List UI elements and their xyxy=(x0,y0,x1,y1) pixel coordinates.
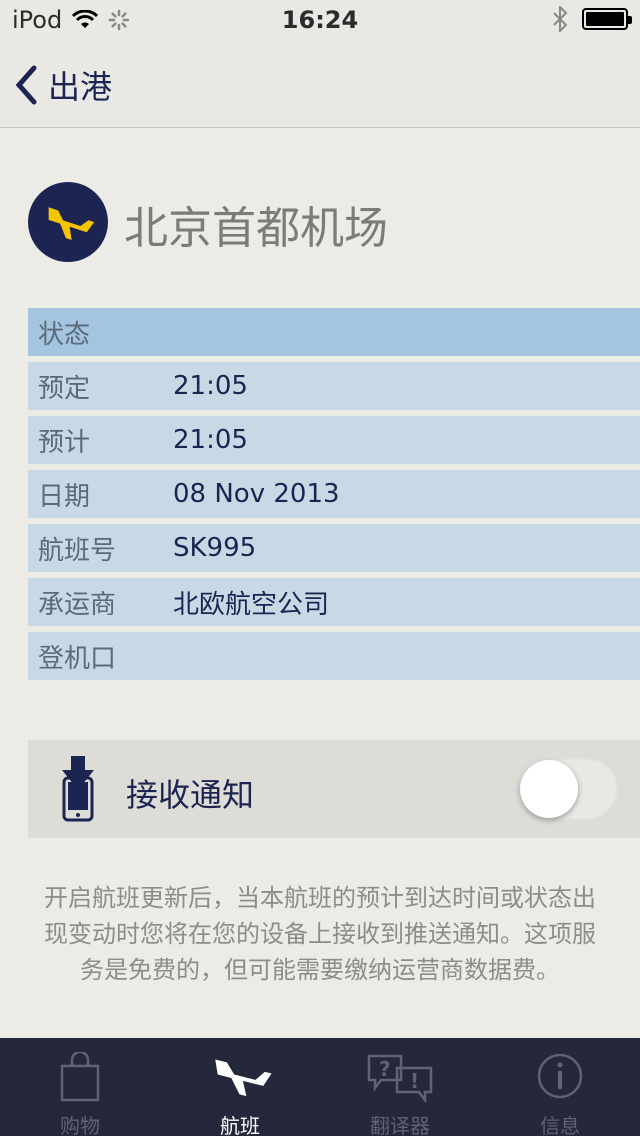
tab-shopping[interactable]: 购物 xyxy=(0,1038,160,1136)
row-value: 北欧航空公司 xyxy=(173,589,330,620)
row-label: 预定 xyxy=(38,373,91,404)
tab-label: 翻译器 xyxy=(370,1114,430,1136)
row-label: 日期 xyxy=(38,481,91,512)
airport-name: 北京首都机场 xyxy=(124,203,388,254)
airport-logo xyxy=(28,182,108,262)
table-row: 登机口 xyxy=(28,632,640,680)
row-label: 承运商 xyxy=(38,589,117,620)
table-row: 承运商 北欧航空公司 xyxy=(28,578,640,626)
tab-translator[interactable]: ? ! 翻译器 xyxy=(320,1038,480,1136)
table-row: 日期 08 Nov 2013 xyxy=(28,470,640,518)
translator-icon: ? ! xyxy=(367,1054,433,1102)
phone-download-icon xyxy=(62,756,94,822)
airplane-icon xyxy=(215,1059,272,1097)
table-row: 预计 21:05 xyxy=(28,416,640,464)
row-label: 登机口 xyxy=(38,643,117,674)
navigation-bar: 出港 xyxy=(0,40,640,128)
status-header-row: 状态 xyxy=(28,308,640,356)
status-right xyxy=(552,6,632,32)
row-value: SK995 xyxy=(173,533,257,563)
tab-flights[interactable]: 航班 xyxy=(160,1038,320,1136)
info-icon xyxy=(537,1053,583,1099)
shopping-bag-icon xyxy=(60,1052,100,1102)
row-value: 21:05 xyxy=(173,425,248,455)
status-bar: iPod 16:24 xyxy=(0,0,640,40)
notification-panel: 接收通知 xyxy=(28,740,640,838)
notification-description: 开启航班更新后，当本航班的预计到达时间或状态出现变动时您将在您的设备上接收到推送… xyxy=(44,884,596,984)
tab-label: 航班 xyxy=(220,1114,260,1136)
svg-text:!: ! xyxy=(410,1069,419,1093)
row-value: 08 Nov 2013 xyxy=(173,479,340,509)
flight-info-table: 状态 预定 21:05 预计 21:05 日期 08 Nov 2013 航班号 … xyxy=(28,308,640,686)
toggle-knob xyxy=(520,760,578,818)
airplane-logo-icon xyxy=(48,207,95,240)
row-value: 21:05 xyxy=(173,371,248,401)
row-label: 航班号 xyxy=(38,535,117,566)
tab-label: 购物 xyxy=(60,1114,100,1136)
back-button[interactable]: 出港 xyxy=(14,62,112,108)
tab-bar: 购物 航班 ? ! 翻译器 信息 xyxy=(0,1038,640,1136)
notification-toggle[interactable] xyxy=(518,758,618,820)
status-header: 状态 xyxy=(38,319,91,350)
bluetooth-icon xyxy=(553,6,568,32)
chevron-left-icon xyxy=(15,65,37,105)
status-time: 16:24 xyxy=(281,6,359,34)
tab-label: 信息 xyxy=(540,1114,580,1136)
notification-label: 接收通知 xyxy=(126,776,255,814)
svg-text:?: ? xyxy=(379,1057,391,1081)
row-label: 预计 xyxy=(38,427,91,458)
battery-icon xyxy=(582,8,632,30)
table-row: 航班号 SK995 xyxy=(28,524,640,572)
back-button-label: 出港 xyxy=(48,68,113,106)
tab-info[interactable]: 信息 xyxy=(480,1038,640,1136)
table-row: 预定 21:05 xyxy=(28,362,640,410)
